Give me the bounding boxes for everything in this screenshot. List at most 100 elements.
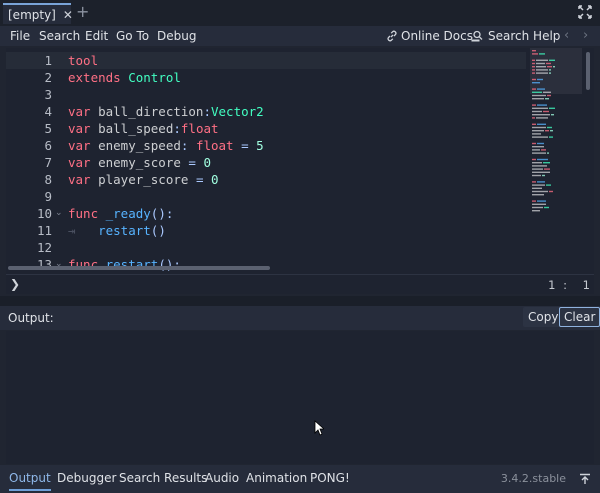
minimap-line [541, 149, 546, 151]
minimap-line [537, 78, 543, 81]
minimap-line [537, 123, 546, 125]
minimap-line [549, 59, 555, 61]
code-token: func [68, 206, 99, 221]
code-token: var [68, 155, 91, 170]
version-label: 3.4.2.stable [500, 472, 566, 485]
line-number: 10 [36, 206, 52, 221]
minimap-line [532, 203, 546, 205]
line-number: 13 [36, 257, 52, 272]
clear-button[interactable]: Clear [559, 307, 600, 327]
code-line: func restart(): [68, 256, 264, 273]
code-line: var enemy_score = 0 [68, 154, 264, 171]
minimap-line [545, 130, 549, 132]
minimap-line [543, 91, 551, 93]
code-token: _ready [98, 206, 151, 221]
line-number: 11 [36, 223, 52, 238]
online-docs-button[interactable]: Online Docs [386, 29, 473, 43]
minimap-line [532, 69, 535, 71]
minimap-line [546, 62, 551, 65]
minimap-line [537, 181, 545, 183]
code-token: float [180, 121, 219, 136]
minimap-line [532, 98, 544, 100]
tab-animation[interactable]: Animation [246, 471, 307, 485]
minimap-line [532, 181, 536, 183]
code-line: func _ready(): [68, 205, 264, 222]
code-token: = [180, 155, 204, 170]
menu-file[interactable]: File [10, 29, 30, 43]
copy-button[interactable]: Copy [523, 307, 564, 327]
tab-audio[interactable]: Audio [205, 471, 239, 485]
plus-icon[interactable]: + [76, 3, 89, 21]
minimap-line [537, 142, 544, 145]
panel-splitter[interactable] [0, 296, 600, 306]
code-token: 5 [256, 138, 264, 153]
minimap-line [536, 62, 545, 65]
bottom-panel-tabs: Output Debugger Search Results Audio Ani… [0, 465, 600, 493]
minimap-line [536, 72, 548, 74]
tab-debugger[interactable]: Debugger [57, 471, 116, 485]
minimap-line [543, 110, 549, 113]
tab-search-results[interactable]: Search Results [119, 471, 207, 485]
fullscreen-icon[interactable] [578, 5, 592, 19]
code-token: var [68, 138, 91, 153]
doc-search-icon [471, 30, 483, 42]
code-token: enemy_speed [90, 138, 181, 153]
minimap-line [532, 53, 538, 55]
code-token: Control [120, 70, 181, 85]
minimap-line [537, 88, 545, 90]
menu-search[interactable]: Search [39, 29, 80, 43]
line-number: 1 [44, 53, 52, 68]
tab-empty[interactable]: [empty] ✕ [3, 3, 73, 24]
cursor-position: 1 : 1 [548, 278, 590, 292]
minimap-line [546, 184, 551, 186]
output-log[interactable] [6, 331, 594, 464]
minimap-line [532, 78, 536, 81]
line-number-gutter: 1 2 3 4 5 6 7 8 9 10 11 12 13 [6, 52, 54, 273]
minimap-line [549, 107, 555, 109]
search-help-button[interactable]: Search Help [471, 29, 560, 43]
minimap-line [532, 146, 544, 148]
code-token: var [68, 121, 91, 136]
script-menu-bar: File Search Edit Go To Debug Online Docs… [0, 26, 600, 46]
code-text[interactable]: tool extends Control var ball_direction:V… [68, 52, 264, 273]
minimap-line [536, 59, 548, 61]
code-editor[interactable]: 1 2 3 4 5 6 7 8 9 10 11 12 13 ⌄ ⌄ tool extends Control… [6, 48, 594, 274]
close-icon[interactable]: ✕ [63, 8, 73, 22]
tab-pong[interactable]: PONG! [310, 471, 350, 485]
code-token: float [188, 138, 234, 153]
menu-debug[interactable]: Debug [157, 29, 196, 43]
minimap-line [532, 94, 546, 97]
minimap-line [547, 152, 549, 154]
code-token: 0 [203, 155, 211, 170]
minimap-line [553, 66, 555, 68]
code-token: player_score [90, 172, 189, 187]
code-token: tool [68, 53, 99, 68]
chevron-right-icon[interactable]: › [583, 28, 588, 43]
search-help-label: Search Help [488, 29, 561, 43]
menu-edit[interactable]: Edit [85, 29, 108, 43]
minimap-line [542, 174, 545, 177]
minimap-line [532, 62, 535, 65]
minimap-line [532, 59, 535, 61]
minimap-line [532, 142, 536, 145]
minimap-line [536, 69, 548, 71]
menu-goto[interactable]: Go To [116, 29, 149, 43]
code-token: (): [150, 206, 174, 221]
minimap-line [547, 66, 552, 68]
minimap[interactable] [530, 48, 582, 274]
cursor-column: 1 [582, 278, 590, 292]
horizontal-scrollbar[interactable] [8, 266, 270, 270]
minimap-line [532, 82, 540, 84]
chevron-left-icon[interactable]: ‹ [564, 28, 569, 43]
minimap-line [544, 206, 549, 209]
pin-icon[interactable] [579, 473, 591, 485]
fold-arrow-icon[interactable]: ⌄ [55, 208, 63, 218]
vertical-scrollbar[interactable] [586, 52, 590, 90]
code-token: : [203, 104, 211, 119]
minimap-line [536, 117, 548, 119]
tab-output[interactable]: Output [9, 471, 51, 491]
expand-chevron-icon[interactable]: ❯ [10, 277, 20, 291]
